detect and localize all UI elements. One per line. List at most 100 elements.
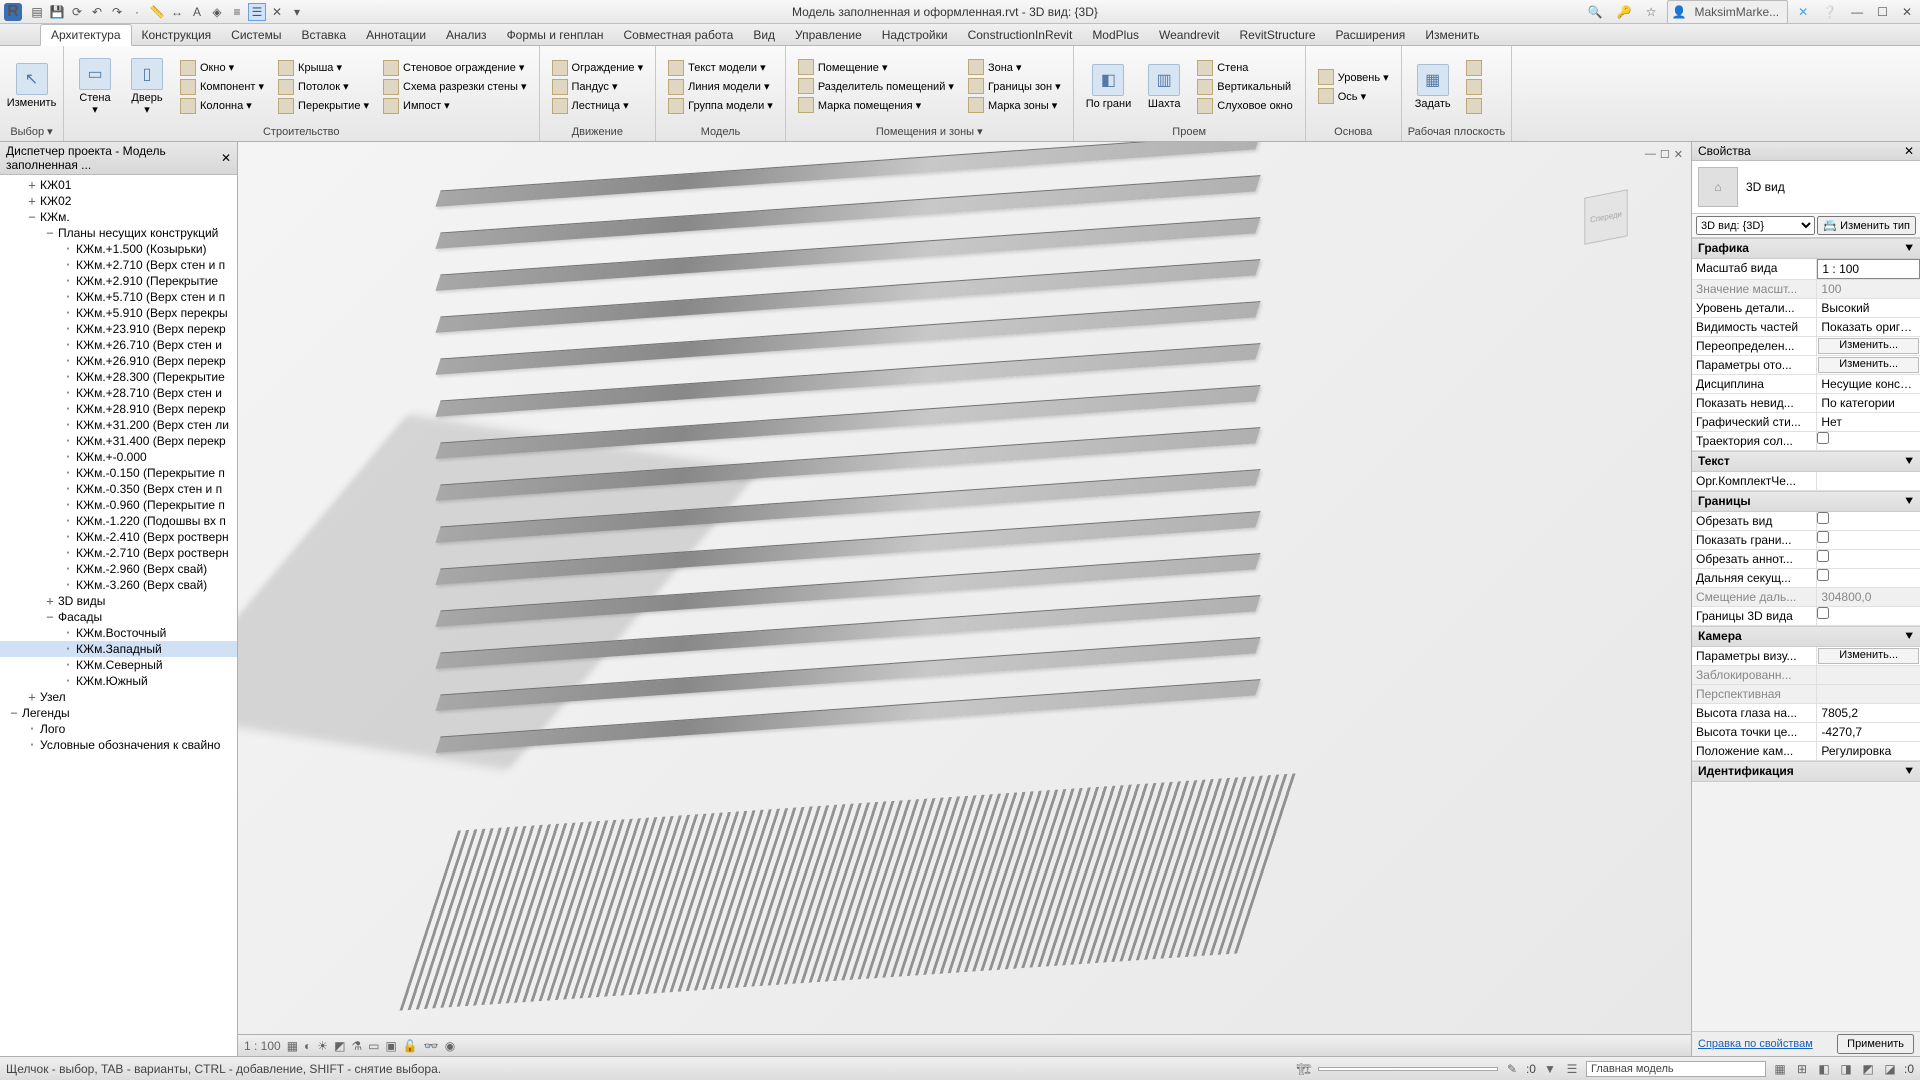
btn-Пандус[interactable]: Пандус ▾ [546,78,650,96]
tree-item[interactable]: −Планы несущих конструкций [0,225,237,241]
expand-icon[interactable]: · [62,402,74,416]
exchange-icon[interactable]: ✕ [1794,3,1812,21]
tree-item[interactable]: ·КЖм.+5.710 (Верх стен и п [0,289,237,305]
wp-show[interactable] [1460,59,1488,77]
project-browser-tree[interactable]: +КЖ01+КЖ02−КЖм.−Планы несущих конструкци… [0,175,237,1056]
room-Помещение[interactable]: Помещение ▾ [792,58,960,76]
wp-viewer[interactable] [1460,97,1488,115]
tree-item[interactable]: ·Лого [0,721,237,737]
ribbon-tab-16[interactable]: Изменить [1415,25,1489,45]
prop-value[interactable]: По категории [1817,394,1920,412]
ribbon-tab-3[interactable]: Вставка [291,25,356,45]
prop-value[interactable]: Нет [1817,413,1920,431]
keys-icon[interactable]: 🔑 [1613,3,1636,21]
expand-icon[interactable]: · [26,738,38,752]
ribbon-tab-14[interactable]: RevitStructure [1229,25,1325,45]
expand-icon[interactable]: · [62,530,74,544]
expand-icon[interactable]: · [62,370,74,384]
prop-checkbox[interactable] [1817,512,1829,524]
prop-edit-button[interactable]: Изменить... [1818,338,1919,354]
crop-icon[interactable]: ▭ [368,1039,379,1053]
build-Колонна[interactable]: Колонна ▾ [174,97,270,115]
ribbon-tab-9[interactable]: Управление [785,25,872,45]
sb-i4[interactable]: ◨ [1838,1061,1854,1077]
undo-icon[interactable]: ↶ [88,3,106,21]
shadows-icon[interactable]: ◩ [334,1039,345,1053]
visual-style-icon[interactable]: ◐ [304,1039,311,1053]
crop-vis-icon[interactable]: ▣ [386,1039,397,1053]
properties-close-icon[interactable]: ✕ [1904,144,1914,158]
tree-item[interactable]: −КЖм. [0,209,237,225]
vp-min-icon[interactable]: — [1645,148,1656,161]
visibility-icon[interactable]: ☰ [248,3,266,21]
expand-icon[interactable]: · [62,338,74,352]
build-Схема разрезки стены[interactable]: Схема разрезки стены ▾ [377,78,532,96]
open-По грани[interactable]: ◧По грани [1080,62,1138,112]
tree-item[interactable]: ·КЖм.+26.910 (Верх перекр [0,353,237,369]
unlock-icon[interactable]: 🔓 [403,1039,418,1053]
open-icon[interactable]: ▤ [28,3,46,21]
redo-icon[interactable]: ↷ [108,3,126,21]
expand-icon[interactable]: · [62,466,74,480]
wp-ref[interactable] [1460,78,1488,96]
tree-item[interactable]: ·КЖм.+-0.000 [0,449,237,465]
expand-icon[interactable]: · [62,274,74,288]
sb-worksets-combo[interactable]: Главная модель [1586,1061,1766,1077]
tree-item[interactable]: +КЖ02 [0,193,237,209]
modify-button[interactable]: ↖Изменить [6,61,57,111]
tree-item[interactable]: ·КЖм.+5.910 (Верх перекры [0,305,237,321]
tree-item[interactable]: ·КЖм.-3.260 (Верх свай) [0,577,237,593]
room-Марка помещения[interactable]: Марка помещения ▾ [792,96,960,114]
prop-edit-button[interactable]: Изменить... [1818,648,1919,664]
app-icon[interactable]: R [4,3,22,21]
expand-icon[interactable]: · [62,290,74,304]
tree-item[interactable]: +3D виды [0,593,237,609]
btn-Ось[interactable]: Ось ▾ [1312,87,1395,105]
btn-Текст модели[interactable]: Текст модели ▾ [662,59,779,77]
build-Стена[interactable]: ▭Стена▾ [70,56,120,118]
btn-Ограждение[interactable]: Ограждение ▾ [546,59,650,77]
open-Шахта[interactable]: ▥Шахта [1139,62,1189,112]
sb-i3[interactable]: ◧ [1816,1061,1832,1077]
prop-value[interactable] [1817,472,1920,490]
sb-editreq-icon[interactable]: ✎ [1504,1061,1520,1077]
prop-value[interactable]: 1 : 100 [1817,259,1920,279]
expand-icon[interactable]: · [62,498,74,512]
prop-value[interactable]: Несущие констру... [1817,375,1920,393]
prop-value[interactable]: Высокий [1817,299,1920,317]
room-Зона[interactable]: Зона ▾ [962,58,1067,76]
instance-selector[interactable]: 3D вид: {3D} [1696,216,1815,235]
open-Слуховое окно[interactable]: Слуховое окно [1191,97,1299,115]
expand-icon[interactable]: − [44,226,56,240]
prop-category[interactable]: Идентификация⯆ [1692,761,1920,782]
text-icon[interactable]: A [188,3,206,21]
expand-icon[interactable]: · [62,386,74,400]
expand-icon[interactable]: · [62,434,74,448]
render-icon[interactable]: ⚗ [351,1039,362,1053]
expand-icon[interactable]: · [62,354,74,368]
sb-worksets2-icon[interactable]: ☰ [1564,1061,1580,1077]
expand-icon[interactable]: · [62,242,74,256]
tree-item[interactable]: ·КЖм.+1.500 (Козырьки) [0,241,237,257]
close-button[interactable]: ✕ [1898,3,1916,21]
star-icon[interactable]: ☆ [1642,3,1661,21]
tag-icon[interactable]: ◈ [208,3,226,21]
measure-icon[interactable]: 📏 [148,3,166,21]
tree-item[interactable]: −Фасады [0,609,237,625]
ribbon-tab-13[interactable]: Weandrevit [1149,25,1229,45]
tree-item[interactable]: ·КЖм.-2.410 (Верх ростверн [0,529,237,545]
expand-icon[interactable]: · [62,258,74,272]
ribbon-tab-7[interactable]: Совместная работа [614,25,744,45]
btn-Линия модели[interactable]: Линия модели ▾ [662,78,779,96]
close-inactive-icon[interactable]: ✕ [268,3,286,21]
prop-value[interactable] [1817,685,1920,703]
scale-label[interactable]: 1 : 100 [244,1039,281,1053]
apply-button[interactable]: Применить [1837,1034,1914,1054]
expand-icon[interactable]: · [62,514,74,528]
sb-i5[interactable]: ◩ [1860,1061,1876,1077]
room-Границы зон[interactable]: Границы зон ▾ [962,77,1067,95]
build-Перекрытие[interactable]: Перекрытие ▾ [272,97,375,115]
tree-item[interactable]: ·КЖм.Южный [0,673,237,689]
prop-value[interactable] [1817,666,1920,684]
expand-icon[interactable]: · [62,306,74,320]
